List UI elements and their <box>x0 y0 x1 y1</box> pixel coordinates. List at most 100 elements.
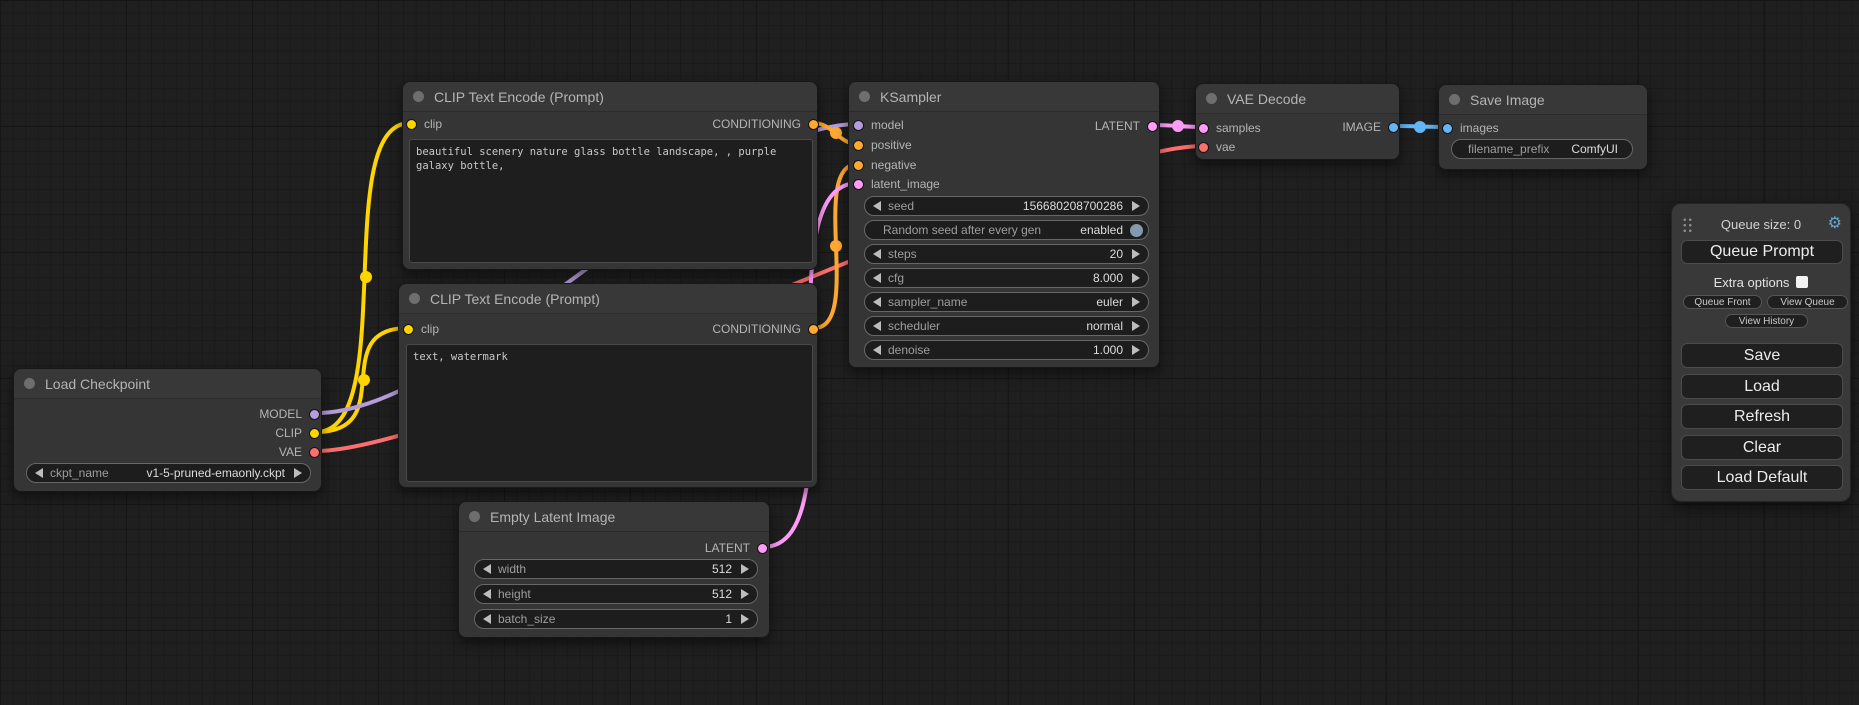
save-button[interactable]: Save <box>1681 343 1843 368</box>
increment-arrow-icon[interactable] <box>1132 249 1140 259</box>
random-seed-toggle-widget[interactable]: Random seed after every gen enabled <box>864 220 1149 240</box>
decrement-arrow-icon[interactable] <box>483 589 491 599</box>
increment-arrow-icon[interactable] <box>294 468 302 478</box>
node-title-bar[interactable]: KSampler <box>849 82 1159 112</box>
latent-port-dot[interactable] <box>853 179 864 190</box>
increment-arrow-icon[interactable] <box>741 564 749 574</box>
increment-arrow-icon[interactable] <box>741 589 749 599</box>
widget-value[interactable]: 20 <box>1110 247 1123 261</box>
node-title-bar[interactable]: CLIP Text Encode (Prompt) <box>399 284 817 314</box>
vae-port-dot[interactable] <box>1198 142 1209 153</box>
node-empty-latent-image[interactable]: Empty Latent Image LATENT width 512 heig… <box>458 501 770 638</box>
node-save-image[interactable]: Save Image images filename_prefix ComfyU… <box>1438 84 1648 170</box>
clip-port-dot[interactable] <box>403 324 414 335</box>
node-vae-decode[interactable]: VAE Decode samples vae IMAGE <box>1195 83 1400 160</box>
widget-value[interactable]: 1.000 <box>1093 343 1123 357</box>
decrement-arrow-icon[interactable] <box>873 249 881 259</box>
view-history-button[interactable]: View History <box>1725 314 1808 328</box>
collapse-dot-icon[interactable] <box>24 378 35 389</box>
model-port-dot[interactable] <box>853 120 864 131</box>
port-latent-output[interactable]: LATENT <box>1095 118 1158 134</box>
port-vae-output[interactable]: VAE <box>279 444 320 460</box>
image-port-dot[interactable] <box>1442 123 1453 134</box>
widget-value[interactable]: normal <box>1086 319 1123 333</box>
prompt-textarea[interactable]: beautiful scenery nature glass bottle la… <box>409 139 813 263</box>
node-canvas[interactable]: Load Checkpoint MODEL CLIP VAE ckpt_name… <box>0 0 1859 705</box>
node-clip-text-encode-negative[interactable]: CLIP Text Encode (Prompt) clip CONDITION… <box>398 283 818 488</box>
seed-widget[interactable]: seed 156680208700286 <box>864 196 1149 216</box>
collapse-dot-icon[interactable] <box>469 511 480 522</box>
port-clip-input[interactable]: clip <box>403 321 439 337</box>
ckpt-name-widget[interactable]: ckpt_name v1-5-pruned-emaonly.ckpt <box>26 463 311 483</box>
port-clip-output[interactable]: CLIP <box>275 425 320 441</box>
widget-value[interactable]: 156680208700286 <box>1023 199 1123 213</box>
load-button[interactable]: Load <box>1681 374 1843 399</box>
conditioning-port-dot[interactable] <box>808 119 819 130</box>
conditioning-port-dot[interactable] <box>853 140 864 151</box>
drag-handle-icon[interactable] <box>1682 217 1693 232</box>
widget-value[interactable]: 512 <box>712 587 732 601</box>
increment-arrow-icon[interactable] <box>1132 201 1140 211</box>
collapse-dot-icon[interactable] <box>1449 94 1460 105</box>
decrement-arrow-icon[interactable] <box>35 468 43 478</box>
port-model-input[interactable]: model <box>853 117 904 133</box>
increment-arrow-icon[interactable] <box>1132 297 1140 307</box>
port-positive-input[interactable]: positive <box>853 137 912 153</box>
decrement-arrow-icon[interactable] <box>873 273 881 283</box>
widget-value[interactable]: 512 <box>712 562 732 576</box>
port-negative-input[interactable]: negative <box>853 157 916 173</box>
port-conditioning-output[interactable]: CONDITIONING <box>712 116 819 132</box>
node-title-bar[interactable]: CLIP Text Encode (Prompt) <box>403 82 817 112</box>
node-title-bar[interactable]: VAE Decode <box>1196 84 1399 114</box>
prompt-textarea[interactable]: text, watermark <box>406 344 813 482</box>
port-samples-input[interactable]: samples <box>1198 120 1261 136</box>
toggle-on-icon[interactable] <box>1130 224 1143 237</box>
refresh-button[interactable]: Refresh <box>1681 404 1843 429</box>
widget-value[interactable]: 8.000 <box>1093 271 1123 285</box>
queue-front-button[interactable]: Queue Front <box>1683 295 1762 309</box>
settings-gear-icon[interactable]: ⚙ <box>1828 214 1842 234</box>
decrement-arrow-icon[interactable] <box>483 614 491 624</box>
node-title-bar[interactable]: Empty Latent Image <box>459 502 769 532</box>
conditioning-port-dot[interactable] <box>808 324 819 335</box>
port-images-input[interactable]: images <box>1442 120 1499 136</box>
cfg-widget[interactable]: cfg 8.000 <box>864 268 1149 288</box>
increment-arrow-icon[interactable] <box>741 614 749 624</box>
steps-widget[interactable]: steps 20 <box>864 244 1149 264</box>
height-widget[interactable]: height 512 <box>474 584 758 604</box>
increment-arrow-icon[interactable] <box>1132 321 1140 331</box>
width-widget[interactable]: width 512 <box>474 559 758 579</box>
clip-port-dot[interactable] <box>309 428 320 439</box>
widget-value[interactable]: ComfyUI <box>1571 142 1618 156</box>
node-ksampler[interactable]: KSampler model positive negative latent_… <box>848 81 1160 368</box>
denoise-widget[interactable]: denoise 1.000 <box>864 340 1149 360</box>
latent-port-dot[interactable] <box>1198 123 1209 134</box>
extra-options-checkbox[interactable] <box>1796 276 1808 288</box>
port-latent-output[interactable]: LATENT <box>705 540 768 556</box>
increment-arrow-icon[interactable] <box>1132 345 1140 355</box>
clear-button[interactable]: Clear <box>1681 435 1843 460</box>
decrement-arrow-icon[interactable] <box>873 297 881 307</box>
widget-value[interactable]: 1 <box>725 612 732 626</box>
node-load-checkpoint[interactable]: Load Checkpoint MODEL CLIP VAE ckpt_name… <box>13 368 322 492</box>
load-default-button[interactable]: Load Default <box>1681 465 1843 490</box>
node-clip-text-encode-positive[interactable]: CLIP Text Encode (Prompt) clip CONDITION… <box>402 81 818 270</box>
batch-size-widget[interactable]: batch_size 1 <box>474 609 758 629</box>
port-conditioning-output[interactable]: CONDITIONING <box>712 321 819 337</box>
widget-value[interactable]: v1-5-pruned-emaonly.ckpt <box>146 466 285 480</box>
latent-port-dot[interactable] <box>1147 121 1158 132</box>
port-clip-input[interactable]: clip <box>406 116 442 132</box>
filename-prefix-widget[interactable]: filename_prefix ComfyUI <box>1451 139 1633 159</box>
decrement-arrow-icon[interactable] <box>873 201 881 211</box>
port-vae-input[interactable]: vae <box>1198 139 1235 155</box>
collapse-dot-icon[interactable] <box>413 91 424 102</box>
collapse-dot-icon[interactable] <box>409 293 420 304</box>
clip-port-dot[interactable] <box>406 119 417 130</box>
node-title-bar[interactable]: Save Image <box>1439 85 1647 115</box>
image-port-dot[interactable] <box>1388 122 1399 133</box>
port-latent-image-input[interactable]: latent_image <box>853 176 940 192</box>
port-image-output[interactable]: IMAGE <box>1342 119 1399 135</box>
widget-value[interactable]: euler <box>1096 295 1123 309</box>
node-title-bar[interactable]: Load Checkpoint <box>14 369 321 399</box>
conditioning-port-dot[interactable] <box>853 160 864 171</box>
